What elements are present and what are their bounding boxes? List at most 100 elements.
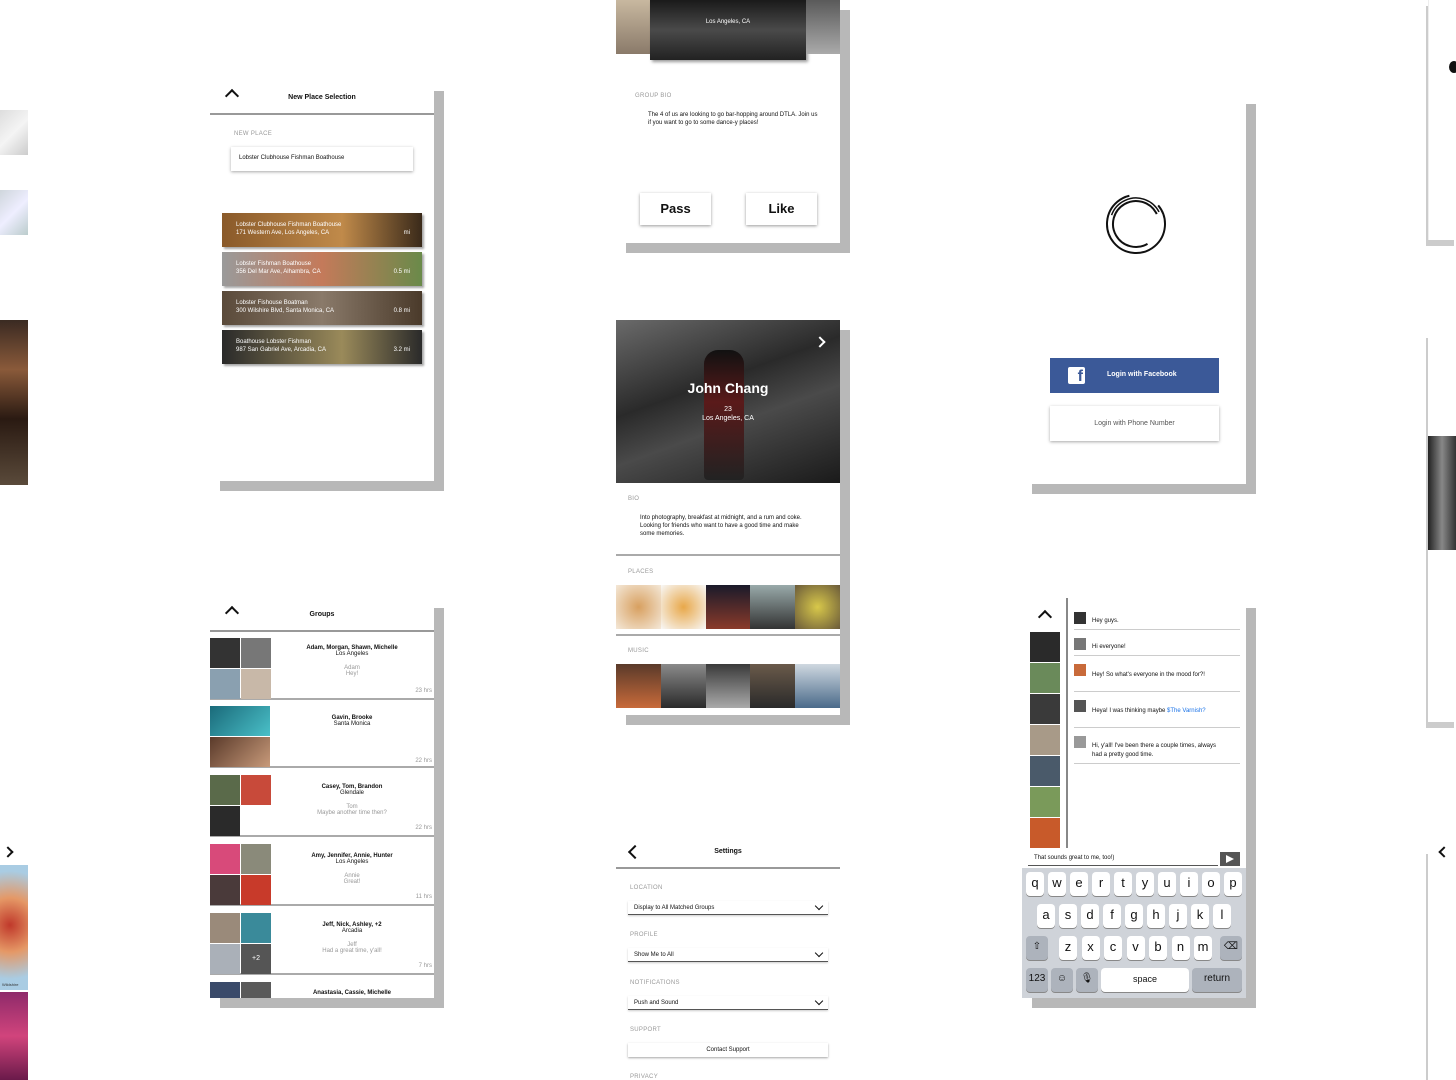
- space-key[interactable]: space: [1101, 968, 1189, 992]
- key-x[interactable]: x: [1081, 936, 1100, 960]
- music-thumb[interactable]: [705, 664, 751, 708]
- key-d[interactable]: d: [1081, 904, 1099, 928]
- key-n[interactable]: n: [1171, 936, 1190, 960]
- member-avatar[interactable]: [1030, 632, 1060, 662]
- key-v[interactable]: v: [1126, 936, 1145, 960]
- last-message: Great!: [343, 879, 361, 885]
- chevron-up-icon[interactable]: [1037, 609, 1053, 625]
- location-select[interactable]: Display to All Matched Groups: [628, 901, 828, 915]
- key-b[interactable]: b: [1149, 936, 1167, 960]
- place-thumb[interactable]: [660, 585, 706, 629]
- music-thumb[interactable]: [616, 664, 661, 708]
- phone-login-label: Login with Phone Number: [1094, 420, 1175, 427]
- right-fragment-top: [1428, 0, 1456, 240]
- place-thumb[interactable]: [705, 585, 751, 629]
- group-row[interactable]: Amy, Jennifer, Annie, Hunter Los Angeles…: [210, 844, 434, 906]
- pass-button[interactable]: Pass: [640, 193, 711, 225]
- key-l[interactable]: l: [1213, 904, 1231, 928]
- chat-message: Heya! I was thinking maybe $The Varnish?: [1074, 700, 1240, 728]
- profile-value: Show Me to All: [634, 952, 674, 958]
- key-i[interactable]: i: [1180, 872, 1198, 896]
- place-result[interactable]: Lobster Clubhouse Fishman Boathouse 171 …: [222, 213, 422, 247]
- member-avatar[interactable]: [1030, 663, 1060, 693]
- group-row[interactable]: +2 Jeff, Nick, Ashley, +2 Arcadia Jeff H…: [210, 913, 434, 975]
- avatar: [1074, 700, 1086, 712]
- profile-select[interactable]: Show Me to All: [628, 948, 828, 962]
- return-key[interactable]: return: [1192, 968, 1242, 992]
- member-avatar[interactable]: [1030, 756, 1060, 786]
- avatar: [1074, 736, 1086, 748]
- member-avatar[interactable]: [1030, 787, 1060, 817]
- facebook-login-label: Login with Facebook: [1107, 371, 1177, 378]
- chevron-right-icon[interactable]: [2, 846, 14, 858]
- key-t[interactable]: t: [1114, 872, 1132, 896]
- key-k[interactable]: k: [1191, 904, 1209, 928]
- group-row[interactable]: Adam, Morgan, Shawn, Michelle Los Angele…: [210, 638, 434, 700]
- place-result[interactable]: Boathouse Lobster Fishman 987 San Gabrie…: [222, 330, 422, 364]
- music-thumb[interactable]: [750, 664, 796, 708]
- message-text: Hey! So what's everyone in the mood for?…: [1092, 672, 1205, 678]
- group-row[interactable]: Casey, Tom, Brandon Glendale Tom Maybe a…: [210, 775, 434, 837]
- key-e[interactable]: e: [1070, 872, 1088, 896]
- emoji-key[interactable]: ☺: [1051, 968, 1073, 992]
- key-p[interactable]: p: [1224, 872, 1242, 896]
- group-text: Casey, Tom, Brandon Glendale Tom Maybe a…: [282, 784, 422, 816]
- message-text: Heya! I was thinking maybe: [1092, 708, 1168, 714]
- place-result[interactable]: Lobster Fishouse Boatman 300 Wilshire Bl…: [222, 291, 422, 325]
- group-time: 23 hrs: [415, 688, 432, 694]
- group-row[interactable]: Anastasia, Cassie, Michelle: [210, 982, 434, 998]
- place-result[interactable]: Lobster Fishman Boathouse 356 Del Mar Av…: [222, 252, 422, 286]
- group-row[interactable]: Gavin, Brooke Santa Monica 22 hrs: [210, 706, 434, 768]
- member-avatar[interactable]: [1030, 818, 1060, 848]
- key-y[interactable]: y: [1136, 872, 1154, 896]
- key-j[interactable]: j: [1169, 904, 1187, 928]
- chat-input[interactable]: That sounds great to me, too!): [1028, 852, 1218, 866]
- key-c[interactable]: c: [1104, 936, 1122, 960]
- key-a[interactable]: a: [1037, 904, 1055, 928]
- key-q[interactable]: q: [1026, 872, 1044, 896]
- contact-support-button[interactable]: Contact Support: [628, 1043, 828, 1057]
- place-link[interactable]: $The Varnish?: [1167, 708, 1206, 714]
- space-label: space: [1132, 974, 1158, 984]
- app-logo: [1104, 192, 1168, 256]
- numbers-key[interactable]: 123: [1026, 968, 1048, 992]
- place-address: 987 San Gabriel Ave, Arcadia, CA: [236, 347, 326, 353]
- phone-login-button[interactable]: Login with Phone Number: [1050, 406, 1219, 441]
- right-fragment-dot: [1449, 61, 1456, 73]
- place-thumb[interactable]: [795, 585, 840, 629]
- key-z[interactable]: z: [1059, 936, 1077, 960]
- right-fragment-bottom: [1428, 848, 1456, 1080]
- pass-label: Pass: [660, 201, 691, 216]
- music-thumb[interactable]: [660, 664, 706, 708]
- chat-divider: [1066, 598, 1068, 848]
- key-f[interactable]: f: [1103, 904, 1121, 928]
- facebook-login-button[interactable]: f Login with Facebook: [1050, 358, 1219, 393]
- group-text: Gavin, Brooke Santa Monica: [282, 715, 422, 727]
- key-u[interactable]: u: [1158, 872, 1176, 896]
- member-avatar[interactable]: [1030, 725, 1060, 755]
- key-g[interactable]: g: [1125, 904, 1143, 928]
- send-button[interactable]: [1220, 852, 1240, 866]
- key-m[interactable]: m: [1194, 936, 1212, 960]
- group-bio: The 4 of us are looking to go bar-hoppin…: [648, 112, 818, 126]
- key-h[interactable]: h: [1147, 904, 1165, 928]
- place-thumb[interactable]: [616, 585, 661, 629]
- notifications-select[interactable]: Push and Sound: [628, 996, 828, 1010]
- key-s[interactable]: s: [1059, 904, 1077, 928]
- avatar-more: +2: [241, 944, 271, 974]
- microphone-key[interactable]: 🎙: [1076, 968, 1098, 992]
- avatar: [210, 875, 240, 905]
- avatar: [1074, 638, 1086, 650]
- like-button[interactable]: Like: [746, 193, 817, 225]
- key-o[interactable]: o: [1202, 872, 1220, 896]
- key-w[interactable]: w: [1048, 872, 1066, 896]
- member-avatar[interactable]: [1030, 694, 1060, 724]
- avatar: [210, 638, 240, 668]
- delete-key[interactable]: ⌫: [1220, 936, 1242, 960]
- key-r[interactable]: r: [1092, 872, 1110, 896]
- chevron-right-icon[interactable]: [814, 336, 826, 348]
- shift-key[interactable]: ⇧: [1026, 936, 1048, 960]
- music-thumb[interactable]: [795, 664, 840, 708]
- place-input[interactable]: Lobster Clubhouse Fishman Boathouse: [231, 147, 413, 171]
- place-thumb[interactable]: [750, 585, 796, 629]
